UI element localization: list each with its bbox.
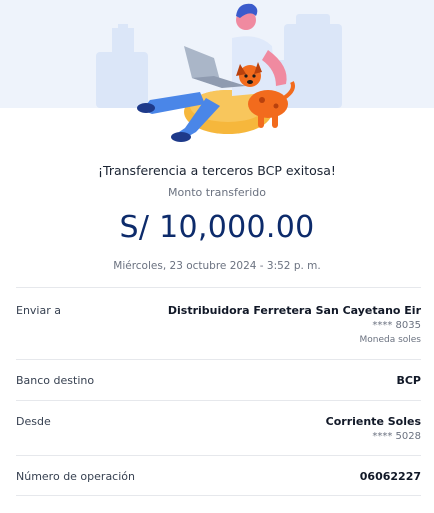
recipient-name: Distribuidora Ferretera San Cayetano Eir bbox=[167, 304, 421, 317]
amount-label: Monto transferido bbox=[168, 186, 266, 199]
from-account-number: **** 5028 bbox=[372, 431, 421, 442]
transfer-datetime: Miércoles, 23 octubre 2024 - 3:52 p. m. bbox=[113, 260, 321, 272]
recipient-account: **** 8035 bbox=[372, 320, 421, 331]
send-to-label: Enviar a bbox=[16, 304, 61, 317]
from-label: Desde bbox=[16, 415, 51, 428]
operation-number: 06062227 bbox=[359, 470, 421, 483]
bank-value: BCP bbox=[396, 374, 421, 387]
operation-label: Número de operación bbox=[16, 470, 135, 483]
transfer-amount: S/ 10,000.00 bbox=[119, 210, 315, 245]
detail-row-bank: Banco destino BCP bbox=[16, 359, 421, 400]
bank-label: Banco destino bbox=[16, 374, 95, 387]
person-with-laptop-illustration bbox=[96, 3, 342, 142]
hero-illustration bbox=[0, 0, 434, 150]
transfer-success-title: ¡Transferencia a terceros BCP exitosa! bbox=[98, 163, 336, 178]
detail-row-operation: Número de operación 06062227 bbox=[16, 455, 421, 496]
recipient-currency: Moneda soles bbox=[359, 335, 421, 345]
from-account-type: Corriente Soles bbox=[325, 415, 421, 428]
detail-row-send-to: Enviar a Distribuidora Ferretera San Cay… bbox=[16, 287, 421, 359]
detail-row-from: Desde Corriente Soles **** 5028 bbox=[16, 400, 421, 455]
transfer-details: Enviar a Distribuidora Ferretera San Cay… bbox=[16, 287, 421, 496]
